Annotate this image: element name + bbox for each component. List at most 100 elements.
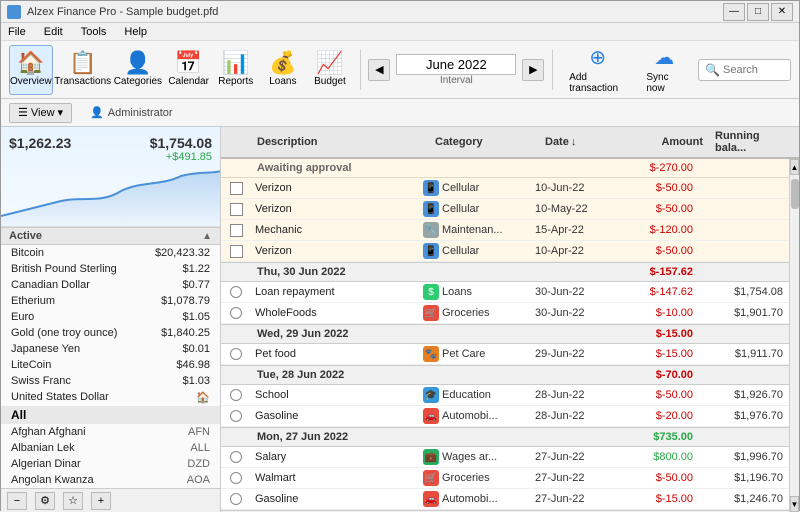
tx-walmart[interactable]: Walmart 🛒 Groceries 27-Jun-22 $-50.00 $1…: [221, 468, 789, 489]
checkbox-verizon1[interactable]: [230, 182, 243, 195]
add-transaction-button[interactable]: ⊕ Add transaction: [561, 41, 634, 98]
tx-gasoline2[interactable]: Gasoline 🚗 Automobi... 27-Jun-22 $-15.00…: [221, 489, 789, 510]
toolbar-overview[interactable]: 🏠 Overview: [9, 45, 53, 95]
balance-loan: $1,754.08: [699, 282, 789, 302]
collapse-icon[interactable]: ▲: [202, 231, 212, 242]
sidebar-item-afn[interactable]: Afghan Afghani AFN: [1, 424, 220, 440]
scrollbar-up-button[interactable]: ▲: [790, 159, 799, 175]
aoa-code: AOA: [187, 474, 210, 486]
check-salary: [221, 447, 251, 467]
awaiting-amount: $-270.00: [619, 159, 699, 177]
loans-icon: 💰: [269, 52, 296, 74]
sidebar-item-eur[interactable]: Euro $1.05: [1, 309, 220, 325]
jpy-value: $0.01: [182, 343, 210, 355]
sidebar-list: Bitcoin $20,423.32 British Pound Sterlin…: [1, 245, 220, 488]
header-description[interactable]: Description: [251, 130, 429, 154]
scrollbar-down-button[interactable]: ▼: [790, 496, 799, 512]
checkbox-mechanic[interactable]: [230, 224, 243, 237]
toolbar-loans[interactable]: 💰 Loans: [261, 45, 304, 95]
desc-salary: Salary: [251, 447, 419, 467]
checkbox-verizon3[interactable]: [230, 245, 243, 258]
sidebar-remove-button[interactable]: ⚙: [35, 492, 55, 510]
sidebar-item-eth[interactable]: Etherium $1,078.79: [1, 293, 220, 309]
nav-center: ◀ June 2022 Interval ▶: [368, 54, 544, 86]
nav-next-button[interactable]: ▶: [522, 59, 544, 81]
cat-mechanic: 🔧 Maintenan...: [419, 220, 529, 240]
calendar-icon: 📅: [175, 52, 202, 74]
group-row-tue: Tue, 28 Jun 2022 $-70.00: [221, 365, 789, 385]
menu-edit[interactable]: Edit: [41, 25, 66, 39]
sidebar-star-button[interactable]: ☆: [63, 492, 83, 510]
scrollbar[interactable]: ▲ ▼: [789, 159, 799, 512]
toolbar-categories[interactable]: 👤 Categories: [113, 45, 163, 95]
check-verizon2[interactable]: [221, 199, 251, 219]
chart-area: $1,262.23 $1,754.08 +$491.85: [1, 127, 220, 227]
nav-prev-button[interactable]: ◀: [368, 59, 390, 81]
sidebar-item-gold[interactable]: Gold (one troy ounce) $1,840.25: [1, 325, 220, 341]
tx-wholefoods[interactable]: WholeFoods 🛒 Groceries 30-Jun-22 $-10.00…: [221, 303, 789, 324]
scrollbar-thumb[interactable]: [791, 179, 799, 209]
date-mechanic: 15-Apr-22: [529, 220, 619, 240]
sidebar-item-chf[interactable]: Swiss Franc $1.03: [1, 373, 220, 389]
toolbar-transactions[interactable]: 📋 Transactions: [57, 45, 109, 95]
balance-pet: $1,911.70: [699, 344, 789, 364]
tx-salary[interactable]: Salary 💼 Wages ar... 27-Jun-22 $800.00 $…: [221, 447, 789, 468]
checkbox-verizon2[interactable]: [230, 203, 243, 216]
tx-gasoline1[interactable]: Gasoline 🚗 Automobi... 28-Jun-22 $-20.00…: [221, 406, 789, 427]
menu-help[interactable]: Help: [121, 25, 150, 39]
sidebar-item-cad[interactable]: Canadian Dollar $0.77: [1, 277, 220, 293]
close-button[interactable]: ✕: [771, 3, 793, 21]
header-amount[interactable]: Amount: [629, 130, 709, 154]
toolbar-calendar[interactable]: 📅 Calendar: [167, 45, 210, 95]
desc-pet: Pet food: [251, 344, 419, 364]
title-bar-controls[interactable]: — □ ✕: [723, 3, 793, 21]
header-date[interactable]: Date ↓: [539, 130, 629, 154]
view-button[interactable]: ☰ View ▾: [9, 103, 72, 123]
lek-name: Albanian Lek: [11, 442, 75, 454]
menu-tools[interactable]: Tools: [78, 25, 110, 39]
sidebar: $1,262.23 $1,754.08 +$491.85 Active ▲: [1, 127, 221, 512]
sidebar-item-jpy[interactable]: Japanese Yen $0.01: [1, 341, 220, 357]
tx-loan-repayment[interactable]: Loan repayment $ Loans 30-Jun-22 $-147.6…: [221, 282, 789, 303]
check-mechanic[interactable]: [221, 220, 251, 240]
group-amount-thu: $-157.62: [619, 263, 699, 281]
sidebar-item-all[interactable]: All: [1, 406, 220, 424]
cat-loan: $ Loans: [419, 282, 529, 302]
sidebar-item-dzd[interactable]: Algerian Dinar DZD: [1, 456, 220, 472]
sidebar-item-aoa[interactable]: Angolan Kwanza AOA: [1, 472, 220, 488]
minimize-button[interactable]: —: [723, 3, 745, 21]
check-verizon3[interactable]: [221, 241, 251, 261]
scroll-area[interactable]: Awaiting approval $-270.00 Verizon 📱 Cel…: [221, 159, 789, 512]
search-box[interactable]: 🔍: [698, 59, 791, 81]
tx-pending-verizon3[interactable]: Verizon 📱 Cellular 10-Apr-22 $-50.00: [221, 241, 789, 262]
search-input[interactable]: [723, 64, 784, 76]
sidebar-item-bitcoin[interactable]: Bitcoin $20,423.32: [1, 245, 220, 261]
header-balance[interactable]: Running bala...: [709, 130, 799, 154]
ltc-value: $46.98: [176, 359, 210, 371]
tx-pending-verizon1[interactable]: Verizon 📱 Cellular 10-Jun-22 $-50.00: [221, 178, 789, 199]
tx-petfood[interactable]: Pet food 🐾 Pet Care 29-Jun-22 $-15.00 $1…: [221, 344, 789, 365]
sidebar-add-button[interactable]: −: [7, 492, 27, 510]
sidebar-plus-button[interactable]: +: [91, 492, 111, 510]
maximize-button[interactable]: □: [747, 3, 769, 21]
cat-gas1: 🚗 Automobi...: [419, 406, 529, 426]
sidebar-item-ltc[interactable]: LiteCoin $46.98: [1, 357, 220, 373]
categories-icon: 👤: [124, 52, 151, 74]
sidebar-item-all2[interactable]: Albanian Lek ALL: [1, 440, 220, 456]
tx-school[interactable]: School 🎓 Education 28-Jun-22 $-50.00 $1,…: [221, 385, 789, 406]
tx-pending-verizon2[interactable]: Verizon 📱 Cellular 10-May-22 $-50.00: [221, 199, 789, 220]
menu-file[interactable]: File: [5, 25, 29, 39]
sidebar-item-usd[interactable]: United States Dollar 🏠: [1, 389, 220, 406]
sync-now-button[interactable]: ☁ Sync now: [638, 41, 690, 98]
toolbar-budget[interactable]: 📈 Budget: [308, 45, 351, 95]
groceries-icon: 🛒: [423, 305, 439, 321]
view-label: View: [31, 107, 55, 119]
desc-wf: WholeFoods: [251, 303, 419, 323]
check-verizon1[interactable]: [221, 178, 251, 198]
sidebar-item-gbp[interactable]: British Pound Sterling $1.22: [1, 261, 220, 277]
wages-icon: 💼: [423, 449, 439, 465]
header-category[interactable]: Category: [429, 130, 539, 154]
toolbar-reports[interactable]: 📊 Reports: [214, 45, 257, 95]
eth-value: $1,078.79: [161, 295, 210, 307]
tx-pending-mechanic[interactable]: Mechanic 🔧 Maintenan... 15-Apr-22 $-120.…: [221, 220, 789, 241]
